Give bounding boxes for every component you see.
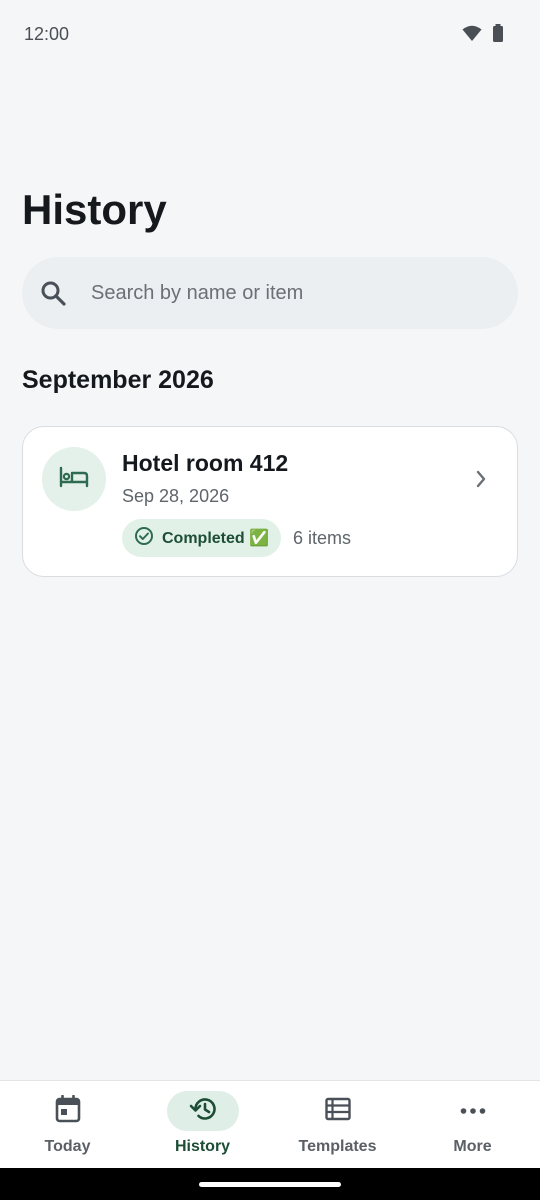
calendar-icon [55,1094,81,1128]
status-badge-label: Completed ✅ [162,530,270,547]
status-badge: Completed ✅ [122,519,282,557]
card-title: Hotel room 412 [122,450,289,476]
nav-item-templates[interactable]: Templates [270,1081,405,1169]
nav-icon-wrap [302,1091,374,1131]
card-avatar [42,447,106,511]
check-circle-icon [134,526,154,551]
bed-icon [58,465,90,494]
nav-label-today: Today [44,1138,91,1155]
search-icon[interactable] [38,278,68,308]
status-time: 12:00 [24,24,70,44]
card-date: Sep 28, 2026 [122,486,230,506]
status-bar: 12:00 [0,0,540,70]
nav-item-today[interactable]: Today [0,1081,135,1169]
nav-item-history[interactable]: History [135,1081,270,1169]
chevron-right-icon [471,467,491,491]
nav-icon-wrap [437,1091,509,1131]
nav-label-history: History [174,1138,231,1155]
battery-icon [492,24,504,47]
nav-label-more: More [453,1138,492,1155]
nav-icon-wrap [32,1091,104,1131]
nav-icon-wrap-active [166,1091,239,1131]
wifi-icon [462,24,482,47]
list-icon [324,1097,351,1126]
status-icons [462,24,504,47]
nav-item-more[interactable]: More [405,1081,540,1169]
item-count: 6 items [293,528,352,548]
section-header: September 2026 [22,366,214,394]
more-icon [460,1102,486,1120]
page-title: History [22,186,167,233]
nav-label-templates: Templates [298,1138,377,1155]
search-input[interactable] [89,280,483,306]
search-bar[interactable] [22,257,518,329]
bottom-nav: Today History Templates More [0,1080,540,1169]
history-icon [188,1095,218,1128]
gesture-handle[interactable] [199,1182,341,1187]
history-card[interactable]: Hotel room 412 Sep 28, 2026 Completed ✅ … [22,426,518,577]
gesture-bar [0,1168,540,1200]
